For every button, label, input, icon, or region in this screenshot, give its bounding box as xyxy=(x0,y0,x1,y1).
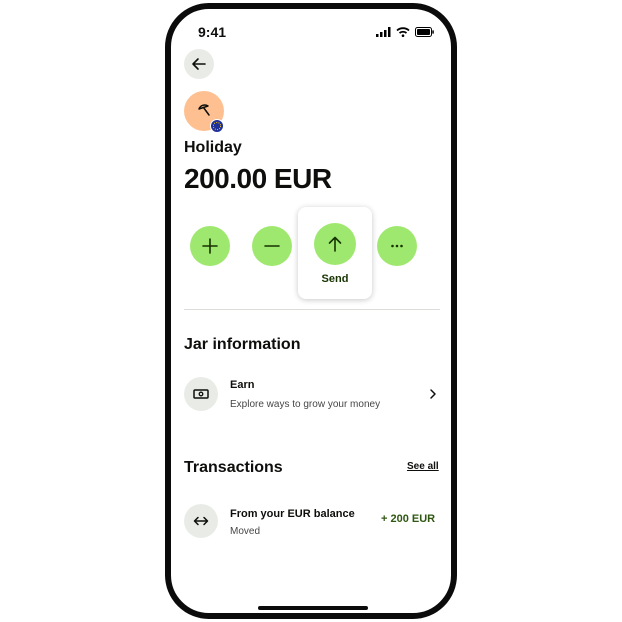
withdraw-button[interactable] xyxy=(252,226,292,266)
arrow-left-icon xyxy=(192,58,206,70)
send-button[interactable] xyxy=(314,223,356,265)
see-all-link[interactable]: See all xyxy=(407,461,439,472)
transfer-icon-circle xyxy=(184,504,218,538)
earn-title: Earn xyxy=(230,379,255,391)
jar-information-title: Jar information xyxy=(184,336,301,353)
divider xyxy=(184,309,440,310)
chevron-right-icon xyxy=(430,389,436,399)
jar-balance: 200.00 EUR xyxy=(184,163,332,194)
earn-icon-circle xyxy=(184,377,218,411)
status-time: 9:41 xyxy=(198,24,227,40)
transaction-title: From your EUR balance xyxy=(230,508,355,520)
minus-icon xyxy=(264,245,280,247)
wifi-icon xyxy=(396,27,410,37)
transaction-subtitle: Moved xyxy=(230,526,261,537)
send-label: Send xyxy=(321,273,349,285)
transfer-arrows-icon xyxy=(193,516,209,526)
earn-subtitle: Explore ways to grow your money xyxy=(230,399,381,410)
battery-icon xyxy=(415,27,434,37)
earn-row[interactable]: Earn Explore ways to grow your money xyxy=(184,371,442,417)
transaction-amount: + 200 EUR xyxy=(381,513,436,525)
add-money-button[interactable] xyxy=(190,226,230,266)
back-button[interactable] xyxy=(184,49,214,79)
arrow-up-icon xyxy=(328,236,342,252)
signal-icon xyxy=(376,27,391,37)
eu-flag-icon xyxy=(210,119,224,133)
phone-frame: 9:41 Holiday 200.00 EUR Send Jar informa… xyxy=(165,3,457,619)
jar-name: Holiday xyxy=(184,139,242,156)
plus-icon xyxy=(202,238,218,254)
cash-icon xyxy=(193,389,209,399)
more-dots-icon xyxy=(391,244,403,248)
status-icons xyxy=(376,27,434,37)
home-indicator[interactable] xyxy=(258,606,368,610)
umbrella-icon xyxy=(198,104,210,116)
more-options-button[interactable] xyxy=(377,226,417,266)
transactions-title: Transactions xyxy=(184,459,283,476)
